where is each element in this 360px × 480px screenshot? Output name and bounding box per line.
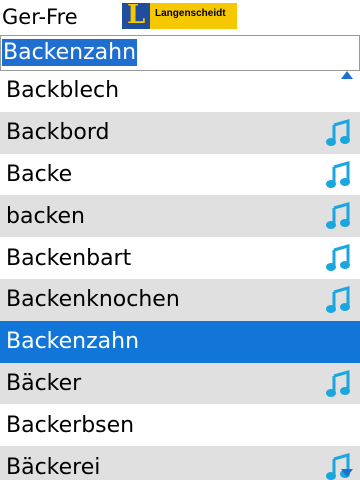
- music-note-icon[interactable]: [324, 202, 352, 230]
- list-item-label: Backblech: [6, 78, 120, 104]
- list-item-label: backen: [6, 203, 85, 229]
- music-note-icon[interactable]: [324, 244, 352, 272]
- list-item[interactable]: Backerbsen: [0, 404, 360, 446]
- logo-text: Langenscheidt: [150, 3, 237, 29]
- list-item[interactable]: Backenbart: [0, 237, 360, 279]
- scroll-up-arrow-icon[interactable]: [340, 70, 354, 80]
- list-item[interactable]: Backblech: [0, 70, 360, 112]
- language-pair-label[interactable]: Ger-Fre: [2, 4, 78, 30]
- list-item[interactable]: Backenknochen: [0, 278, 360, 321]
- list-item-selected[interactable]: Backenzahn: [0, 320, 360, 363]
- list-item[interactable]: backen: [0, 195, 360, 238]
- music-note-icon[interactable]: [324, 118, 352, 147]
- list-item[interactable]: Bäcker: [0, 362, 360, 405]
- list-item-label: Backbord: [6, 120, 110, 146]
- scroll-down-arrow-icon[interactable]: [340, 468, 354, 478]
- list-item-label: Backenknochen: [6, 287, 180, 313]
- list-item-label: Bäckerei: [6, 454, 101, 480]
- music-note-icon[interactable]: [324, 160, 352, 189]
- music-note-icon[interactable]: [324, 369, 352, 398]
- list-item[interactable]: Bäckerei: [0, 446, 360, 480]
- word-list[interactable]: Backblech Backbord Backe backen Backenba…: [0, 70, 360, 480]
- search-input[interactable]: Backenzahn: [0, 35, 360, 71]
- list-item-label: Backe: [6, 161, 73, 187]
- search-input-value: Backenzahn: [2, 39, 138, 66]
- music-note-icon[interactable]: [324, 285, 352, 314]
- header: Ger-Fre L Langenscheidt: [0, 0, 360, 34]
- list-item[interactable]: Backbord: [0, 111, 360, 154]
- list-item-label: Backenzahn: [6, 329, 140, 355]
- list-item-label: Backerbsen: [6, 412, 135, 438]
- logo-mark: L: [122, 0, 150, 30]
- list-item-label: Backenbart: [6, 245, 132, 271]
- langenscheidt-logo: L Langenscheidt: [122, 0, 237, 30]
- logo-letter: L: [127, 0, 146, 30]
- list-item[interactable]: Backe: [0, 154, 360, 196]
- list-item-label: Bäcker: [6, 370, 82, 396]
